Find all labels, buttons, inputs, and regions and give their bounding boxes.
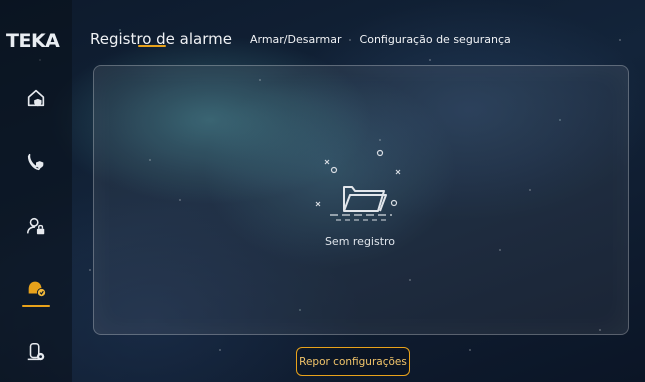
alarm-bell-icon	[28, 281, 47, 298]
sidebar-item-phone-security[interactable]	[16, 142, 56, 182]
tab-alarm-log[interactable]: Registro de alarme	[90, 30, 232, 52]
empty-state-text: Sem registro	[324, 235, 396, 248]
tab-arm-disarm[interactable]: Armar/Desarmar	[250, 33, 342, 52]
sidebar-item-home-security[interactable]	[16, 78, 56, 118]
reset-settings-button[interactable]: Repor configurações	[296, 347, 410, 376]
sidebar-item-alarm[interactable]	[16, 268, 56, 308]
home-shield-icon	[27, 89, 45, 107]
tab-security-settings[interactable]: Configuração de segurança	[360, 33, 511, 52]
user-lock-icon	[26, 217, 45, 235]
tab-bar: Registro de alarme Armar/Desarmar Config…	[90, 22, 511, 52]
empty-folder-icon	[315, 149, 401, 221]
sidebar-item-user-lock[interactable]	[16, 206, 56, 246]
sidebar: TEKA	[0, 0, 72, 382]
tab-active-indicator	[138, 45, 166, 47]
sidebar-item-device-settings[interactable]	[16, 332, 56, 372]
brand-logo: TEKA	[6, 30, 60, 52]
device-settings-icon	[27, 342, 45, 361]
phone-shield-icon	[27, 153, 44, 171]
sidebar-active-indicator	[22, 305, 50, 307]
